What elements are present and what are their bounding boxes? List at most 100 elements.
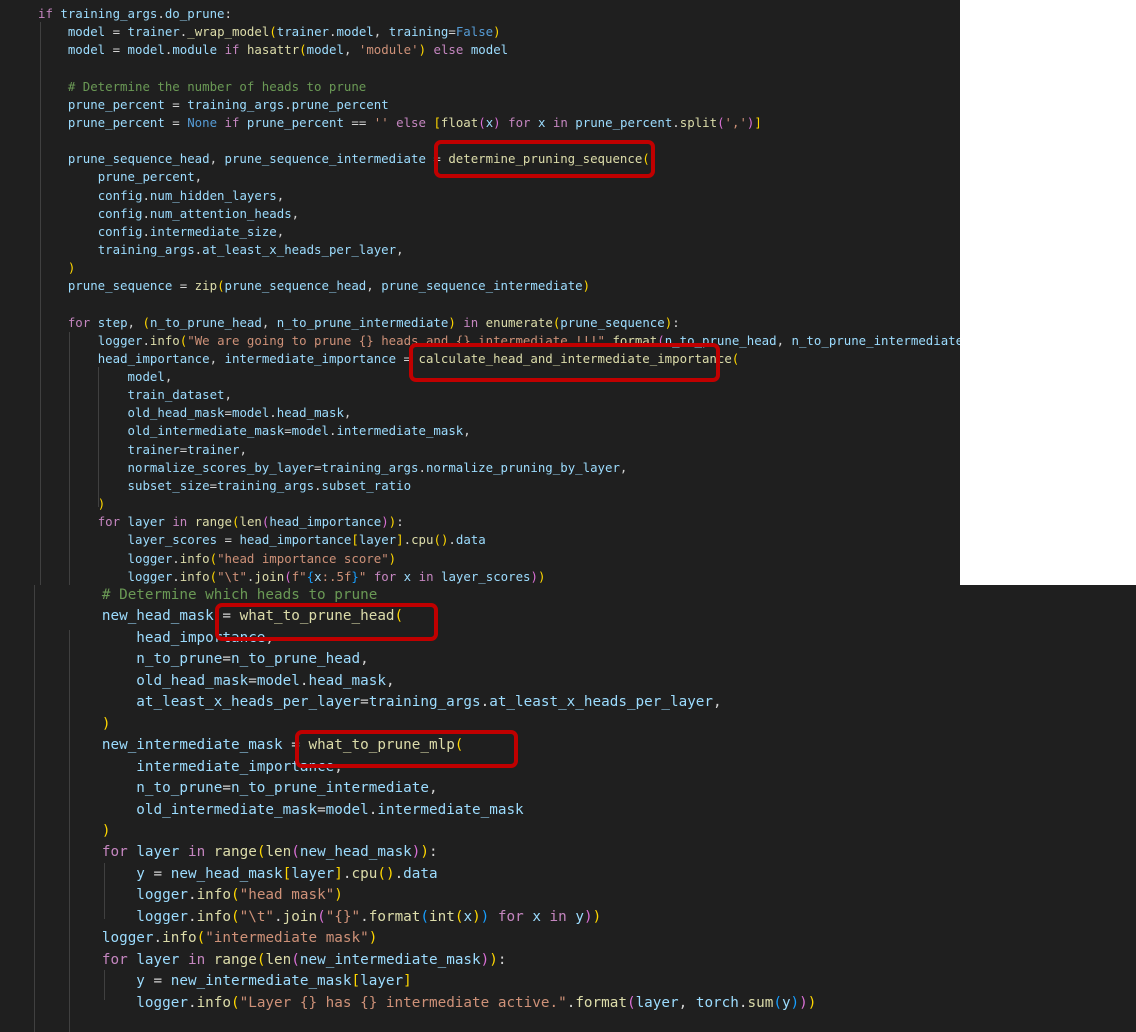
code-token: ) xyxy=(334,887,343,904)
code-token: cpu xyxy=(351,865,378,882)
code-token: [ xyxy=(282,865,292,882)
code-token: y xyxy=(781,994,791,1011)
code-token: ( xyxy=(217,278,225,294)
code-token: None xyxy=(187,114,218,130)
code-token: ] xyxy=(403,973,412,990)
code-token: logger xyxy=(136,887,188,904)
code-token: = xyxy=(164,96,188,112)
code-line: for layer in range(len(head_importance))… xyxy=(38,514,404,532)
code-token: } xyxy=(351,568,359,584)
code-token: training_args xyxy=(217,477,315,493)
code-token: , xyxy=(209,151,225,167)
code-line: logger.info("head mask") xyxy=(33,887,343,905)
code-token: ( xyxy=(626,994,636,1011)
code-token: ( xyxy=(420,908,430,925)
code-token: new_head_mask xyxy=(101,608,214,625)
code-token: :.5f xyxy=(321,568,352,584)
code-token: . xyxy=(142,223,150,239)
code-token: head_importance xyxy=(239,532,352,548)
code-token: = xyxy=(144,865,171,882)
code-token: n_to_prune xyxy=(136,780,223,797)
code-line: ) xyxy=(38,496,105,514)
code-line: at_least_x_heads_per_layer=training_args… xyxy=(33,694,721,712)
code-token: train_dataset xyxy=(127,387,225,403)
code-token: new_head_mask xyxy=(170,865,283,882)
code-token: ) xyxy=(418,42,427,58)
code-token: ( xyxy=(291,844,300,861)
code-token: : xyxy=(497,951,507,968)
code-token: new_intermediate_mask xyxy=(170,973,352,990)
code-token: model xyxy=(127,369,165,384)
code-token: layer xyxy=(136,951,180,968)
code-token: , xyxy=(366,278,382,294)
code-token: = xyxy=(360,694,369,711)
code-token: "intermediate mask" xyxy=(205,930,369,947)
code-token: join xyxy=(254,568,285,584)
code-token: data xyxy=(403,865,438,882)
code-token: step xyxy=(97,314,128,330)
code-token: old_intermediate_mask xyxy=(136,801,318,818)
code-token: len xyxy=(265,951,292,968)
code-token: ( xyxy=(209,568,218,584)
code-token: ) xyxy=(807,994,817,1011)
code-token: hasattr xyxy=(246,42,300,58)
code-token: , xyxy=(261,314,277,330)
code-token: cpu xyxy=(411,532,434,548)
code-token: model xyxy=(67,42,106,58)
code-token: , xyxy=(276,223,285,239)
code-line: if training_args.do_prune: xyxy=(38,6,232,24)
code-token: : xyxy=(396,514,404,530)
code-line: config.num_attention_heads, xyxy=(38,206,299,224)
code-token: ) xyxy=(480,951,490,968)
code-token: . xyxy=(738,994,748,1011)
code-token: ) xyxy=(448,314,456,330)
code-line: old_head_mask=model.head_mask, xyxy=(38,405,352,423)
code-token: in xyxy=(463,314,479,330)
code-token: head_importance xyxy=(97,350,210,366)
code-token: prune_percent xyxy=(97,169,195,185)
code-token: x xyxy=(314,568,322,584)
code-token: config xyxy=(97,187,143,203)
code-line: y = new_intermediate_mask[layer] xyxy=(33,973,412,991)
code-line: prune_percent, xyxy=(38,169,202,187)
code-line: old_intermediate_mask=model.intermediate… xyxy=(38,423,471,441)
code-token: ',' xyxy=(724,114,747,130)
code-token: "{}" xyxy=(325,908,361,925)
code-token: for xyxy=(101,844,128,861)
code-token: ) xyxy=(420,844,430,861)
code-token: = xyxy=(448,24,456,40)
code-token: = xyxy=(172,278,195,294)
code-token: info xyxy=(149,332,180,348)
code-line: n_to_prune=n_to_prune_head, xyxy=(33,651,369,669)
code-line: model = trainer._wrap_model(trainer.mode… xyxy=(38,24,501,42)
code-line: ) xyxy=(33,716,111,734)
code-token: logger xyxy=(101,930,154,947)
code-token: intermediate_mask xyxy=(377,801,524,818)
code-line: logger.info("head importance score") xyxy=(38,551,397,569)
code-token: in xyxy=(187,844,206,861)
code-token: : xyxy=(224,6,232,21)
code-token: , xyxy=(360,651,369,668)
code-token: # Determine which heads to prune xyxy=(101,587,378,603)
